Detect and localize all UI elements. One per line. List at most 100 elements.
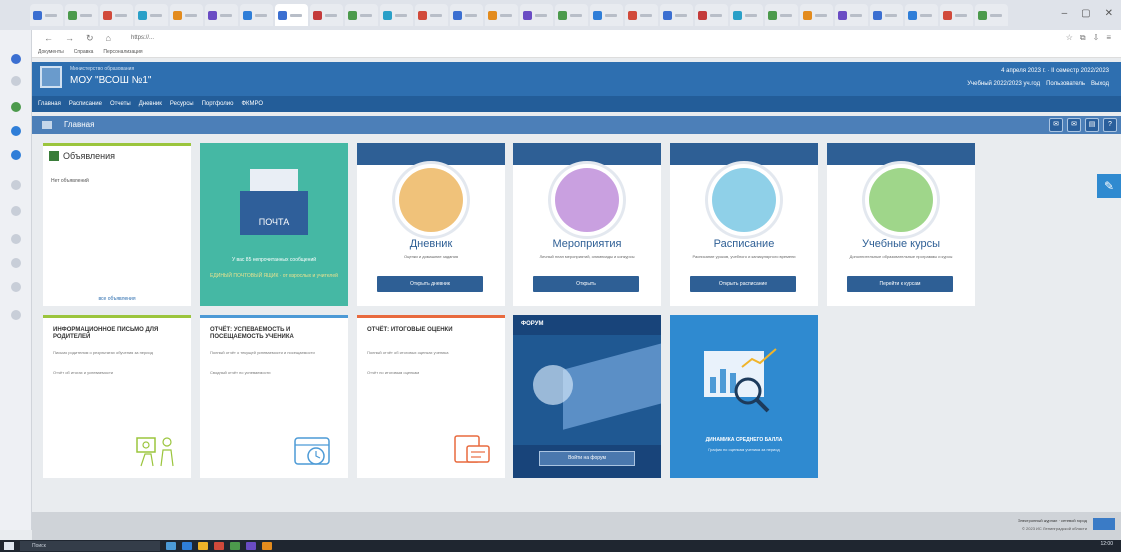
bookmark-item[interactable]: Персонализация <box>103 49 142 55</box>
browser-tab[interactable] <box>800 4 833 26</box>
close-icon[interactable]: ✕ <box>1105 8 1113 19</box>
bookmark-icon[interactable]: ☆ <box>1066 33 1073 43</box>
window-controls[interactable]: – ▢ ✕ <box>1062 8 1113 19</box>
back-icon[interactable]: ← <box>44 33 53 43</box>
sidebar-app-icon[interactable] <box>11 76 21 86</box>
service-desc: Оценки и домашние задания <box>404 254 458 259</box>
browser-tab[interactable] <box>975 4 1008 26</box>
extensions-icon[interactable]: ⧉ <box>1080 33 1086 43</box>
browser-tab[interactable] <box>240 4 273 26</box>
sidebar-app-icon[interactable] <box>11 102 21 112</box>
forward-icon[interactable]: → <box>65 33 74 43</box>
browser-tab[interactable] <box>870 4 903 26</box>
sidebar-app-icon[interactable] <box>11 310 21 320</box>
browser-tab[interactable] <box>485 4 518 26</box>
download-icon[interactable]: ⇩ <box>1093 33 1100 43</box>
browser-tab[interactable] <box>940 4 973 26</box>
service-desc: Дополнительные образовательные программы… <box>849 254 953 259</box>
taskbar-app-icon[interactable] <box>230 542 240 550</box>
menu-item-resources[interactable]: Ресурсы <box>170 101 194 107</box>
open-courses-button[interactable]: Перейти к курсам <box>847 276 953 292</box>
browser-tab[interactable] <box>275 4 308 26</box>
print-icon[interactable]: ▤ <box>1085 118 1099 132</box>
mail-tile[interactable]: ПОЧТА У вас 85 непрочитанных сообщений Е… <box>200 143 348 306</box>
browser-tab[interactable] <box>905 4 938 26</box>
bookmark-item[interactable]: Справка <box>74 49 94 55</box>
browser-tab[interactable] <box>765 4 798 26</box>
browser-tab[interactable] <box>100 4 133 26</box>
tab-title <box>780 13 792 17</box>
chat-icon[interactable]: ✉ <box>1049 118 1063 132</box>
browser-tab[interactable] <box>590 4 623 26</box>
open-schedule-button[interactable]: Открыть расписание <box>690 276 796 292</box>
bookmark-item[interactable]: Документы <box>38 49 64 55</box>
browser-tab[interactable] <box>555 4 588 26</box>
browser-tab[interactable] <box>170 4 203 26</box>
browser-tab[interactable] <box>345 4 378 26</box>
all-news-link[interactable]: все объявления <box>43 296 191 302</box>
browser-tab[interactable] <box>450 4 483 26</box>
user-link[interactable]: Пользователь <box>1046 81 1085 87</box>
open-events-button[interactable]: Открыть <box>533 276 639 292</box>
year-selector[interactable]: Учебный 2022/2023 уч.год <box>967 81 1040 87</box>
tab-title <box>605 13 617 17</box>
report-tile-progress[interactable]: ОТЧЁТ: УСПЕВАЕМОСТЬ И ПОСЕЩАЕМОСТЬ УЧЕНИ… <box>200 315 348 478</box>
menu-item-portfolio[interactable]: Портфолио <box>202 101 234 107</box>
menu-icon[interactable]: ≡ <box>1106 33 1111 43</box>
open-diary-button[interactable]: Открыть дневник <box>377 276 483 292</box>
browser-tab[interactable] <box>695 4 728 26</box>
taskbar-search[interactable]: Поиск <box>20 541 160 551</box>
enter-forum-button[interactable]: Войти на форум <box>539 451 635 466</box>
sidebar-app-icon[interactable] <box>11 150 21 160</box>
report-desc: Сводный отчёт по успеваемости <box>210 370 271 375</box>
browser-tab[interactable] <box>65 4 98 26</box>
notifications-icon[interactable]: ✉ <box>1067 118 1081 132</box>
browser-tab[interactable] <box>310 4 343 26</box>
browser-tab[interactable] <box>205 4 238 26</box>
browser-tab[interactable] <box>30 4 63 26</box>
taskbar-app-icon[interactable] <box>214 542 224 550</box>
taskbar-app-icon[interactable] <box>198 542 208 550</box>
menu-item-home[interactable]: Главная <box>38 101 61 107</box>
forum-label: ФОРУМ <box>521 321 544 327</box>
sidebar-app-icon[interactable] <box>11 282 21 292</box>
sidebar-app-icon[interactable] <box>11 258 21 268</box>
home-icon[interactable]: ⌂ <box>106 33 111 43</box>
menu-item-schedule[interactable]: Расписание <box>69 101 102 107</box>
browser-tab[interactable] <box>135 4 168 26</box>
taskbar-app-icon[interactable] <box>262 542 272 550</box>
report-tile-final-grades[interactable]: ОТЧЁТ: ИТОГОВЫЕ ОЦЕНКИ Полный отчёт об и… <box>357 315 505 478</box>
browser-tab[interactable] <box>415 4 448 26</box>
address-bar[interactable]: https://... <box>131 35 154 41</box>
browser-sidebar <box>0 30 32 530</box>
taskbar-app-icon[interactable] <box>246 542 256 550</box>
minimize-icon[interactable]: – <box>1062 8 1068 19</box>
report-tile-parents-letter[interactable]: ИНФОРМАЦИОННОЕ ПИСЬМО ДЛЯ РОДИТЕЛЕЙ Пись… <box>43 315 191 478</box>
grade-dynamics-tile[interactable]: ДИНАМИКА СРЕДНЕГО БАЛЛА График по оценка… <box>670 315 818 478</box>
taskbar-app-icon[interactable] <box>182 542 192 550</box>
browser-tab[interactable] <box>625 4 658 26</box>
tab-title <box>710 13 722 17</box>
browser-tab[interactable] <box>380 4 413 26</box>
tools-icon[interactable]: ✎ <box>1097 174 1121 198</box>
start-icon[interactable] <box>4 542 14 550</box>
school-logo[interactable] <box>40 66 62 88</box>
help-icon[interactable]: ? <box>1103 118 1117 132</box>
exit-link[interactable]: Выход <box>1091 81 1109 87</box>
menu-item-reports[interactable]: Отчеты <box>110 101 131 107</box>
browser-tab[interactable] <box>835 4 868 26</box>
browser-tab[interactable] <box>660 4 693 26</box>
menu-item-extra[interactable]: ФКМРО <box>242 101 264 107</box>
sidebar-app-icon[interactable] <box>11 126 21 136</box>
reload-icon[interactable]: ↻ <box>86 33 94 44</box>
sidebar-app-icon[interactable] <box>11 206 21 216</box>
sidebar-app-icon[interactable] <box>11 234 21 244</box>
sidebar-app-icon[interactable] <box>11 180 21 190</box>
browser-tab[interactable] <box>520 4 553 26</box>
taskbar-app-icon[interactable] <box>166 542 176 550</box>
mail-box-link[interactable]: ЕДИНЫЙ ПОЧТОВЫЙ ЯЩИК · от взрослых и учи… <box>208 273 340 279</box>
menu-item-diary[interactable]: Дневник <box>139 101 162 107</box>
maximize-icon[interactable]: ▢ <box>1081 8 1090 19</box>
sidebar-app-icon[interactable] <box>11 54 21 64</box>
browser-tab[interactable] <box>730 4 763 26</box>
